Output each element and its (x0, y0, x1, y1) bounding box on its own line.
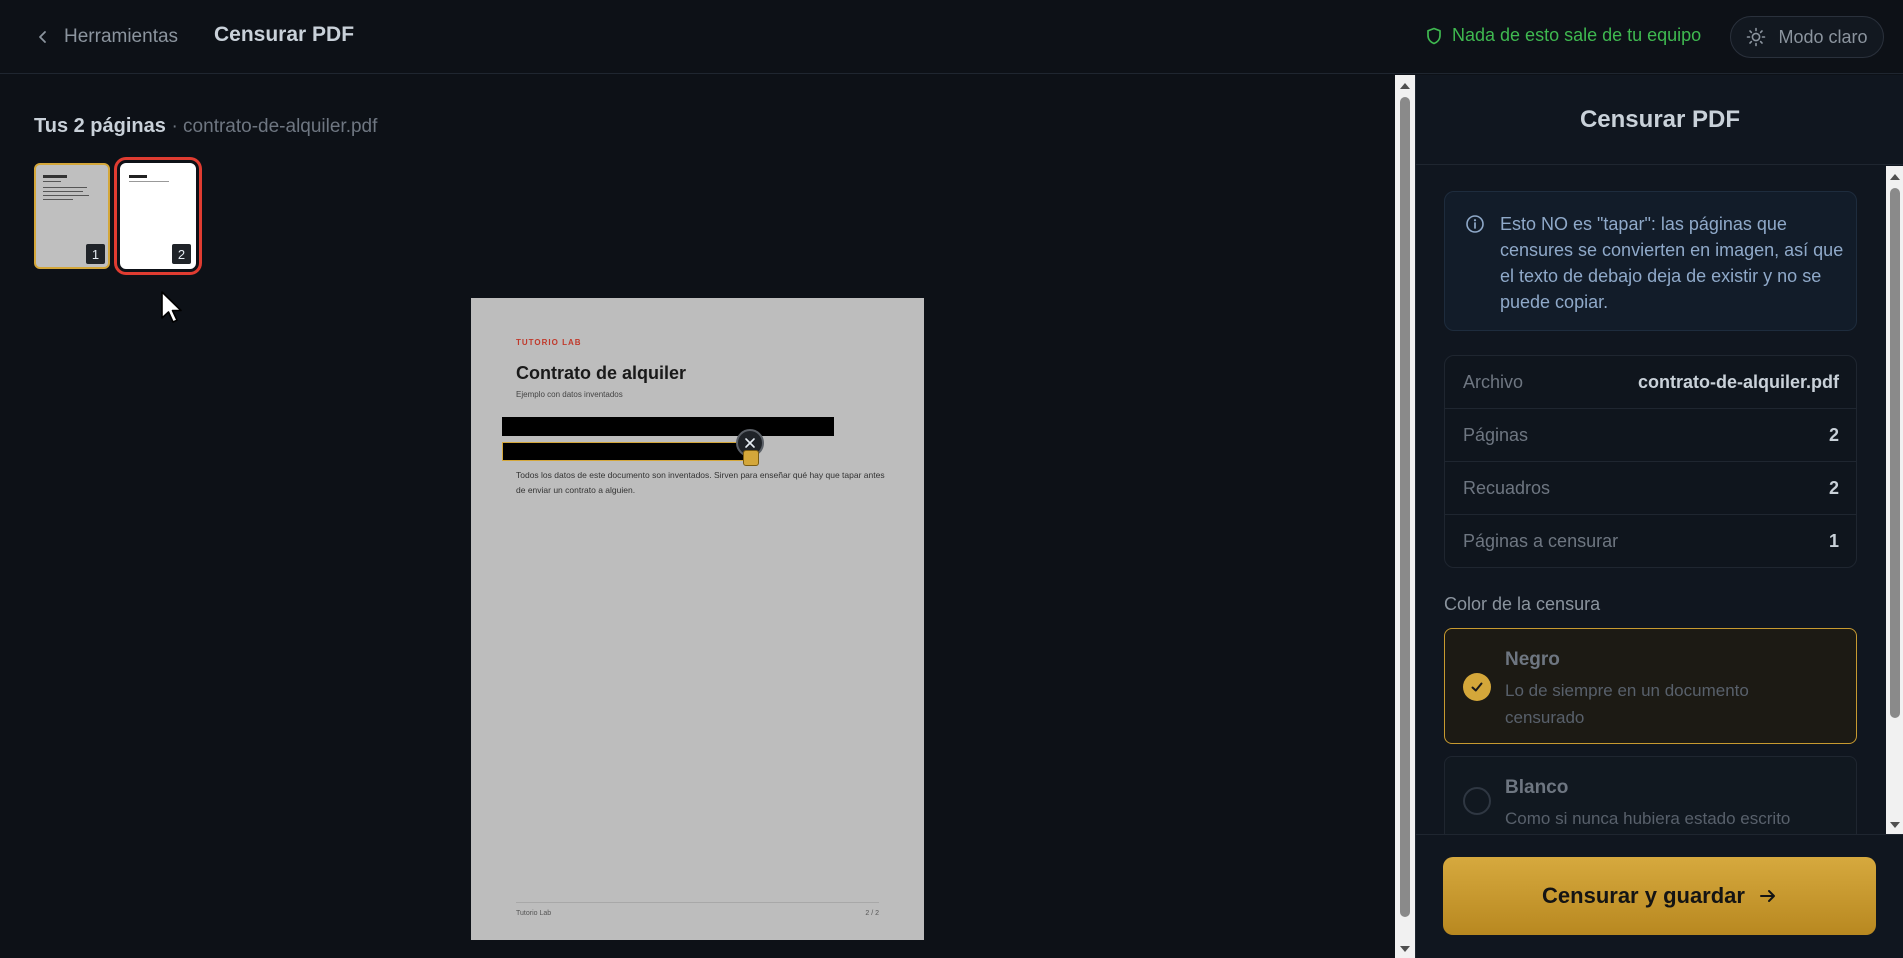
color-option-black[interactable]: Negro Lo de siempre en un documento cens… (1444, 628, 1857, 744)
arrow-right-icon (1759, 890, 1775, 902)
theme-toggle-label: Modo claro (1778, 26, 1868, 47)
top-bar: Herramientas Censurar PDF Nada de esto s… (0, 0, 1903, 74)
stat-key: Archivo (1463, 371, 1524, 392)
document-subtitle: Ejemplo con datos inventados (516, 390, 623, 399)
stat-value: contrato-de-alquiler.pdf (1637, 371, 1839, 392)
info-text: Esto NO es "tapar": las páginas que cens… (1500, 214, 1844, 312)
thumb-line (43, 199, 73, 200)
stat-value: 2 (1828, 477, 1839, 498)
panel-content: Esto NO es "tapar": las páginas que cens… (1416, 166, 1889, 834)
action-footer: Censurar y guardar (1416, 834, 1903, 958)
scroll-down-arrow-icon[interactable] (1400, 946, 1410, 952)
scrollbar-thumb[interactable] (1400, 97, 1410, 917)
scrollbar-thumb[interactable] (1890, 188, 1900, 718)
thumb-line (129, 175, 147, 178)
thumb-line (43, 191, 83, 192)
thumbnail-number: 1 (86, 244, 105, 264)
scroll-down-arrow-icon[interactable] (1890, 822, 1900, 828)
theme-toggle-button[interactable]: Modo claro (1730, 16, 1884, 58)
panel-scrollbar[interactable] (1886, 166, 1903, 834)
thumb-line (43, 175, 67, 178)
stat-row: Páginas a censurar 1 (1445, 515, 1856, 568)
document-footer-left: Tutorio Lab (516, 910, 552, 917)
stat-key: Páginas a censurar (1463, 531, 1619, 551)
stat-value: 2 (1828, 424, 1839, 445)
back-to-tools-link[interactable]: Herramientas (36, 22, 178, 52)
pages-count: Tus 2 páginas (34, 115, 166, 137)
redact-and-save-button[interactable]: Censurar y guardar (1443, 857, 1876, 935)
page-thumbnail-1[interactable]: 1 (34, 163, 110, 269)
info-icon (1466, 215, 1484, 233)
option-description: Lo de siempre en un documento censurado (1505, 681, 1749, 727)
stats-table: Archivo contrato-de-alquiler.pdf Páginas… (1444, 355, 1857, 568)
panel-title: Censurar PDF (1416, 75, 1903, 165)
resize-handle[interactable] (743, 450, 759, 466)
redaction-box-1[interactable] (502, 417, 834, 436)
check-icon (1471, 682, 1483, 692)
privacy-note: Nada de esto sale de tu equipo (1426, 25, 1701, 46)
privacy-text: Nada de esto sale de tu equipo (1452, 25, 1702, 45)
document-page-number: 2 / 2 (865, 910, 879, 917)
page-thumbnail-2[interactable]: 2 (120, 163, 196, 269)
pages-heading: Tus 2 páginas · contrato-de-alquiler.pdf (34, 115, 377, 138)
radio-unchecked[interactable] (1463, 787, 1491, 815)
stat-row: Páginas 2 (1445, 409, 1856, 462)
option-description: Como si nunca hubiera estado escrito (1505, 809, 1791, 828)
document-body: Todos los datos de este documento son in… (516, 470, 885, 495)
scroll-up-arrow-icon[interactable] (1400, 83, 1410, 89)
stat-key: Recuadros (1463, 477, 1551, 498)
mouse-cursor-icon (161, 291, 182, 323)
thumb-line (43, 187, 87, 188)
footer-divider (516, 902, 879, 903)
document-brand: TUTORIO LAB (516, 338, 582, 347)
shield-icon (1427, 27, 1441, 44)
file-name: · contrato-de-alquiler.pdf (171, 116, 378, 137)
cta-label: Censurar y guardar (1542, 883, 1745, 908)
option-name: Negro (1505, 649, 1560, 670)
scroll-up-arrow-icon[interactable] (1890, 174, 1900, 180)
redaction-box-2[interactable] (502, 442, 751, 461)
sun-icon (1747, 27, 1766, 47)
close-icon (745, 438, 755, 448)
tool-title: Censurar PDF (214, 23, 355, 46)
page-preview[interactable]: TUTORIO LAB Contrato de alquiler Ejemplo… (471, 298, 924, 940)
chevron-left-icon (39, 31, 46, 43)
thumbnail-number: 2 (172, 244, 191, 264)
radio-checked[interactable] (1463, 673, 1491, 701)
editor-scrollbar[interactable] (1395, 75, 1415, 958)
stat-row: Recuadros 2 (1445, 462, 1856, 515)
thumb-line (43, 195, 89, 196)
back-label: Herramientas (64, 26, 179, 47)
side-panel: Censurar PDF Esto NO es "tapar": las pág… (1415, 75, 1903, 958)
document-title: Contrato de alquiler (516, 363, 687, 383)
option-name: Blanco (1505, 777, 1569, 798)
stat-key: Páginas (1463, 424, 1529, 445)
thumb-line (43, 181, 61, 182)
color-option-white[interactable]: Blanco Como si nunca hubiera estado escr… (1444, 756, 1857, 834)
info-callout: Esto NO es "tapar": las páginas que cens… (1444, 191, 1857, 331)
stat-value: 1 (1828, 531, 1839, 551)
editor-area: Tus 2 páginas · contrato-de-alquiler.pdf… (0, 75, 1395, 958)
stat-row: Archivo contrato-de-alquiler.pdf (1445, 356, 1856, 409)
thumb-line (129, 181, 169, 182)
color-section-label: Color de la censura (1444, 594, 1601, 614)
